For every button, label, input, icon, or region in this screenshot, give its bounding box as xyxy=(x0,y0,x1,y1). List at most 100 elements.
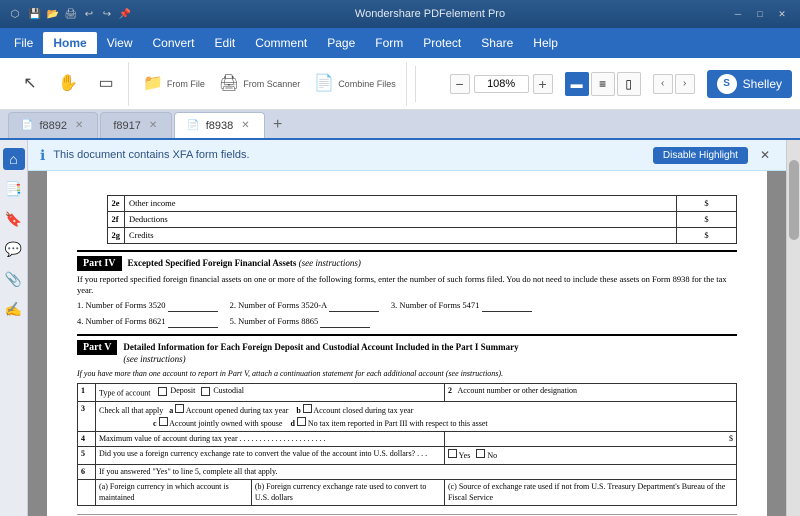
part5-row5: 5 Did you use a foreign currency exchang… xyxy=(78,447,737,464)
col-c-header: (c) Source of exchange rate used if not … xyxy=(444,480,736,506)
app-icon: ⬡ xyxy=(8,7,22,21)
minimize-button[interactable]: ─ xyxy=(728,7,748,21)
menu-view[interactable]: View xyxy=(97,32,143,54)
two-page-view-button[interactable]: ▯ xyxy=(617,72,641,96)
part5-table: 1 Type of account Deposit Custodial 2 Ac… xyxy=(77,383,737,506)
row6-label: If you answered "Yes" to line 5, complet… xyxy=(96,464,737,479)
row-2g-symbol: $ xyxy=(677,228,737,244)
from-file-button[interactable]: 📁 From File xyxy=(137,73,211,95)
custodial-check: Custodial xyxy=(201,386,244,396)
single-page-view-button[interactable]: ▬ xyxy=(565,72,589,96)
sidebar-home-icon[interactable]: ⌂ xyxy=(3,148,25,170)
row1-col2: 2 Account number or other designation xyxy=(444,384,736,402)
xfa-info-icon: ℹ xyxy=(40,147,45,164)
cursor-tool[interactable]: ↖ xyxy=(12,73,48,95)
tab-f8938-label: f8938 xyxy=(206,120,234,132)
save-icon[interactable]: 💾 xyxy=(28,7,42,21)
scrollbar-thumb[interactable] xyxy=(789,160,799,240)
part5-title: Detailed Information for Each Foreign De… xyxy=(123,342,518,365)
sidebar-attachments-icon[interactable]: 📎 xyxy=(3,268,25,290)
row-2f-num: 2f xyxy=(107,212,125,228)
tab-f8938-close[interactable]: ✕ xyxy=(239,120,251,131)
app-title: Wondershare PDFelement Pro xyxy=(132,8,728,20)
tab-f8917[interactable]: f8917 ✕ xyxy=(100,112,172,138)
row3-num: 3 xyxy=(78,402,96,432)
hand-icon: ✋ xyxy=(58,76,78,92)
row1-type: Type of account Deposit Custodial xyxy=(96,384,445,402)
row-2e-label: Other income xyxy=(125,196,677,212)
tab-f8917-close[interactable]: ✕ xyxy=(147,120,159,131)
nav-prev-button[interactable]: ‹ xyxy=(653,74,673,94)
nav-next-button[interactable]: › xyxy=(675,74,695,94)
select-tool[interactable]: ▭ xyxy=(88,73,124,95)
menu-share[interactable]: Share xyxy=(471,32,523,54)
avatar: S xyxy=(717,74,737,94)
user-account-button[interactable]: S Shelley xyxy=(707,70,792,98)
menu-help[interactable]: Help xyxy=(523,32,568,54)
row-2e-symbol: $ xyxy=(677,196,737,212)
pin-icon[interactable]: 📌 xyxy=(118,7,132,21)
menu-form[interactable]: Form xyxy=(365,32,413,54)
close-button[interactable]: ✕ xyxy=(772,7,792,21)
document-area: ℹ This document contains XFA form fields… xyxy=(28,140,786,516)
folder-open-icon[interactable]: 📂 xyxy=(46,7,60,21)
row-2f-symbol: $ xyxy=(677,212,737,228)
xfa-close-button[interactable]: ✕ xyxy=(756,146,774,164)
cursor-tools: ↖ ✋ ▭ xyxy=(8,62,129,106)
tab-f8892-label: f8892 xyxy=(39,120,67,132)
menu-file[interactable]: File xyxy=(4,32,43,54)
row6-num: 6 xyxy=(78,464,96,479)
hand-tool[interactable]: ✋ xyxy=(50,73,86,95)
tab-bar: 📄 f8892 ✕ f8917 ✕ 📄 f8938 ✕ + xyxy=(0,110,800,140)
sidebar-pages-icon[interactable]: 📑 xyxy=(3,178,25,200)
row-2g-label: Credits xyxy=(125,228,677,244)
vertical-scrollbar[interactable] xyxy=(786,140,800,516)
zoom-out-button[interactable]: − xyxy=(450,74,470,94)
tab-f8938-icon: 📄 xyxy=(187,120,199,131)
zoom-level-display[interactable]: 108% xyxy=(474,75,529,93)
print-icon[interactable]: 🖨 xyxy=(64,7,78,21)
row5-label: Did you use a foreign currency exchange … xyxy=(96,447,445,464)
tab-f8938[interactable]: 📄 f8938 ✕ xyxy=(174,112,264,138)
sidebar-bookmarks-icon[interactable]: 🔖 xyxy=(3,208,25,230)
combine-label: Combine Files xyxy=(338,79,396,89)
part4-fields-row2: 4. Number of Forms 8621 5. Number of For… xyxy=(77,316,737,328)
part2-table-continued: 2e Other income $ 2f Deductions $ 2g Cre… xyxy=(77,195,737,244)
file-tools: 📁 From File 🖨 From Scanner 📄 Combine Fil… xyxy=(133,62,407,106)
sidebar-signatures-icon[interactable]: ✍ xyxy=(3,298,25,320)
menu-protect[interactable]: Protect xyxy=(413,32,471,54)
xfa-notification-bar: ℹ This document contains XFA form fields… xyxy=(28,140,786,171)
scroll-view-button[interactable]: ≡ xyxy=(591,72,615,96)
row1-num: 1 xyxy=(78,384,96,402)
menu-home[interactable]: Home xyxy=(43,32,96,54)
row3-content: Check all that apply a Account opened du… xyxy=(96,402,737,432)
combine-files-button[interactable]: 📄 Combine Files xyxy=(308,73,401,95)
undo-icon[interactable]: ↩ xyxy=(82,7,96,21)
tab-f8892-close[interactable]: ✕ xyxy=(73,120,85,131)
sidebar-comments-icon[interactable]: 💬 xyxy=(3,238,25,260)
form3520a-label: 2. Number of Forms 3520-A xyxy=(230,300,379,312)
form5471-label: 3. Number of Forms 5471 xyxy=(391,300,532,312)
redo-icon[interactable]: ↪ xyxy=(100,7,114,21)
xfa-message: This document contains XFA form fields. xyxy=(53,149,645,161)
zoom-in-button[interactable]: + xyxy=(533,74,553,94)
title-bar-tools: 💾 📂 🖨 ↩ ↪ 📌 xyxy=(28,7,132,21)
menu-page[interactable]: Page xyxy=(317,32,365,54)
part5-col-headers: (a) Foreign currency in which account is… xyxy=(78,480,737,506)
tab-f8892[interactable]: 📄 f8892 ✕ xyxy=(8,112,98,138)
row-2e-num: 2e xyxy=(107,196,125,212)
part4-header: Part IV Excepted Specified Foreign Finan… xyxy=(77,250,737,271)
part5-header: Part V Detailed Information for Each For… xyxy=(77,334,737,365)
row4-dollar: $ xyxy=(444,431,736,446)
disable-highlight-button[interactable]: Disable Highlight xyxy=(653,147,748,164)
row5-yesno: Yes No xyxy=(444,447,736,464)
from-scanner-button[interactable]: 🖨 From Scanner xyxy=(213,73,306,95)
maximize-button[interactable]: □ xyxy=(750,7,770,21)
menu-comment[interactable]: Comment xyxy=(245,32,317,54)
add-tab-button[interactable]: + xyxy=(267,114,289,136)
menu-edit[interactable]: Edit xyxy=(205,32,246,54)
col-header-empty xyxy=(78,480,96,506)
menu-convert[interactable]: Convert xyxy=(142,32,204,54)
part4-title: Excepted Specified Foreign Financial Ass… xyxy=(128,258,361,270)
tab-f8892-icon: 📄 xyxy=(21,120,33,131)
